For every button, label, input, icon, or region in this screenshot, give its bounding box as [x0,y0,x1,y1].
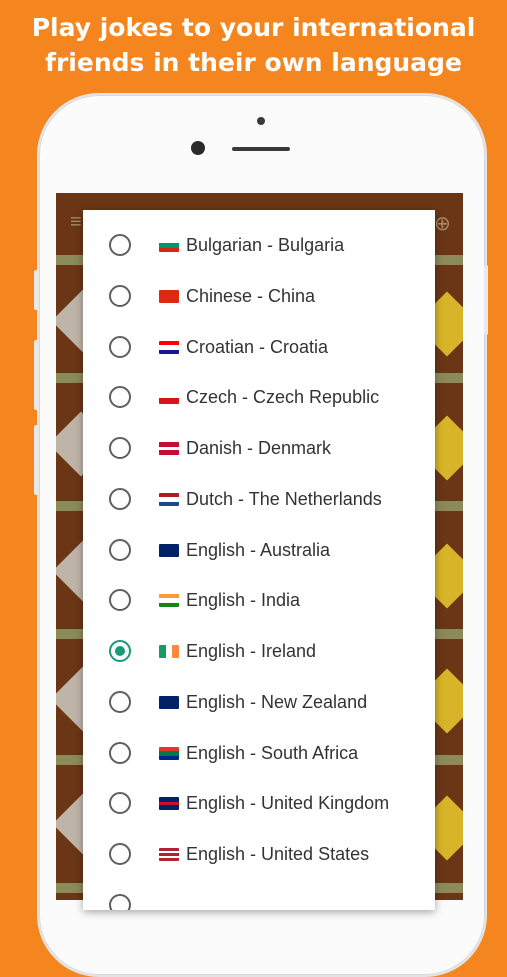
united-states-flag-icon [159,848,179,861]
radio-button[interactable] [109,792,131,814]
language-label: English - Australia [186,540,331,560]
phone-side-button [34,425,38,495]
south-africa-flag-icon [159,747,179,760]
language-option[interactable]: Dutch - The Netherlands [83,464,435,514]
language-option[interactable]: English - United States [83,819,435,869]
radio-button[interactable] [109,691,131,713]
radio-button[interactable] [109,742,131,764]
language-label: English - United States [186,844,370,864]
australia-flag-icon [159,544,179,557]
language-option[interactable]: English - Ireland [83,616,435,666]
new-zealand-flag-icon [159,696,179,709]
phone-camera [191,141,205,155]
language-picker-dialog: Bulgarian - Bulgaria Chinese - China Cro… [83,210,435,910]
language-option[interactable]: Danish - Denmark [83,413,435,463]
india-flag-icon [159,594,179,607]
radio-button[interactable] [109,234,131,256]
language-label: English - United Kingdom [186,793,390,813]
croatia-flag-icon [159,341,179,354]
language-option[interactable]: English - New Zealand [83,667,435,717]
language-label: English - New Zealand [186,692,368,712]
language-option[interactable]: Bulgarian - Bulgaria [83,210,435,260]
globe-icon: ⊕ [434,213,451,235]
headline-line-1: Play jokes to your international [31,13,476,42]
language-label: English - Ireland [186,641,317,661]
china-flag-icon [159,290,179,303]
denmark-flag-icon [159,442,179,455]
radio-button[interactable] [109,386,131,408]
radio-button[interactable] [109,589,131,611]
radio-button[interactable] [109,843,131,865]
radio-button[interactable] [109,285,131,307]
phone-sensor [257,117,265,125]
phone-side-button [34,270,38,310]
language-label: English - South Africa [186,743,359,763]
radio-button[interactable] [109,488,131,510]
language-label: Czech - Czech Republic [186,387,380,407]
language-option[interactable]: Croatian - Croatia [83,312,435,362]
radio-button-selected[interactable] [109,640,131,662]
language-option[interactable]: Chinese - China [83,261,435,311]
netherlands-flag-icon [159,493,179,506]
language-label: Dutch - The Netherlands [186,489,382,509]
language-option[interactable]: English - South Africa [83,718,435,768]
language-label: Bulgarian - Bulgaria [186,235,345,255]
united-kingdom-flag-icon [159,797,179,810]
language-label: English - India [186,590,301,610]
language-option[interactable]: Czech - Czech Republic [83,362,435,412]
language-label: Croatian - Croatia [186,337,329,357]
phone-side-button [34,340,38,410]
radio-button[interactable] [109,539,131,561]
language-label: Chinese - China [186,286,316,306]
ireland-flag-icon [159,645,179,658]
language-label: Danish - Denmark [186,438,332,458]
promo-headline: Play jokes to your international friends… [0,10,507,80]
headline-line-2: friends in their own language [45,48,462,77]
language-option-partial[interactable] [83,870,435,910]
menu-icon: ≡ [70,211,82,233]
radio-button[interactable] [109,437,131,459]
language-option[interactable]: English - United Kingdom [83,768,435,818]
radio-button[interactable] [109,336,131,358]
phone-side-button [484,265,488,335]
language-option[interactable]: English - Australia [83,515,435,565]
language-option[interactable]: English - India [83,565,435,615]
radio-button[interactable] [109,894,131,910]
bulgaria-flag-icon [159,239,179,252]
phone-speaker [232,147,290,151]
czech-republic-flag-icon [159,391,179,404]
